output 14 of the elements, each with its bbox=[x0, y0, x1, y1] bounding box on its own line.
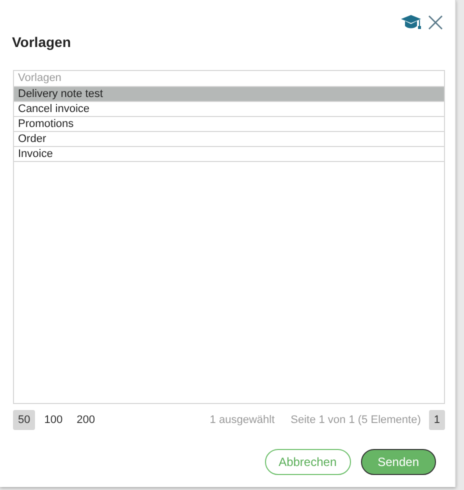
page-button[interactable]: 1 bbox=[428, 410, 445, 430]
page-size-button[interactable]: 200 bbox=[72, 410, 100, 430]
graduation-cap-icon[interactable] bbox=[400, 14, 422, 30]
list-row[interactable]: Invoice bbox=[14, 147, 444, 162]
list-row[interactable]: Order bbox=[14, 132, 444, 147]
list-row[interactable]: Cancel invoice bbox=[14, 102, 444, 117]
dialog-title: Vorlagen bbox=[12, 33, 72, 52]
close-icon[interactable] bbox=[428, 15, 443, 30]
selection-count: 1 ausgewählt bbox=[210, 412, 275, 428]
page-size-button[interactable]: 100 bbox=[39, 410, 68, 430]
list-row[interactable]: Promotions bbox=[14, 117, 444, 132]
page-size-button[interactable]: 50 bbox=[13, 410, 36, 430]
page-info: Seite 1 von 1 (5 Elemente) bbox=[290, 412, 421, 428]
list-row[interactable]: Delivery note test bbox=[14, 87, 444, 102]
